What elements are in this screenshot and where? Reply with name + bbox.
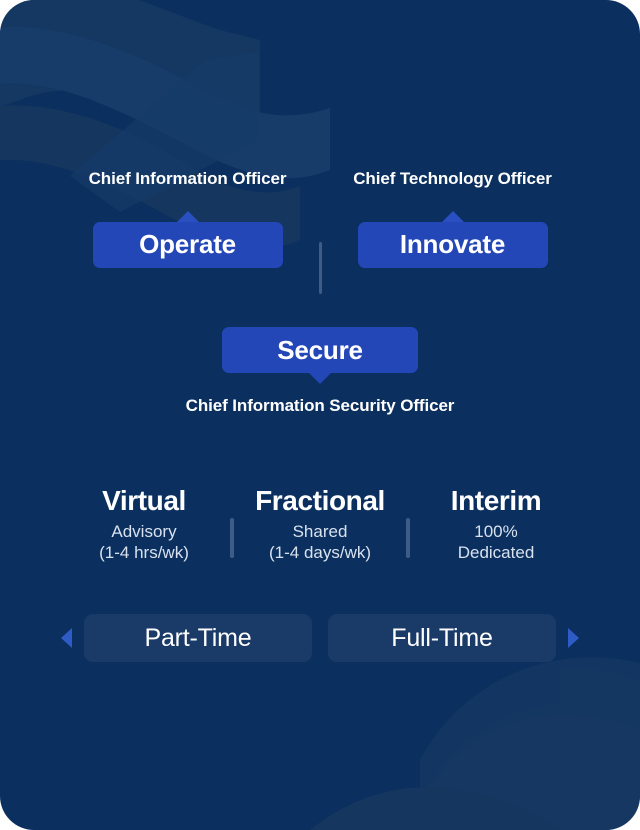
engagement-model-subtitle-line2: (1-4 hrs/wk) — [99, 543, 189, 563]
engagement-models-row: Virtual Advisory (1-4 hrs/wk) Fractional… — [0, 485, 640, 564]
triangle-up-icon — [176, 210, 199, 222]
card-content: Chief Information Officer Operate Chief … — [0, 0, 640, 830]
pillar-group-innovate[interactable]: Chief Technology Officer Innovate — [322, 168, 584, 268]
pillar-badge-secure[interactable]: Secure — [222, 327, 418, 373]
engagement-model-subtitle: 100% Dedicated — [458, 521, 535, 564]
engagement-model-title: Interim — [450, 485, 542, 516]
triangle-left-icon[interactable] — [61, 628, 72, 648]
commitment-pill-full-time[interactable]: Full-Time — [328, 614, 556, 662]
pillar-group-operate[interactable]: Chief Information Officer Operate — [57, 168, 319, 268]
role-title-ciso: Chief Information Security Officer — [185, 396, 455, 415]
engagement-model-subtitle-line1: Shared — [292, 521, 348, 541]
engagement-model-subtitle: Advisory (1-4 hrs/wk) — [99, 521, 189, 564]
triangle-up-icon — [441, 210, 464, 222]
commitment-row: Part-Time Full-Time — [0, 614, 640, 662]
engagement-model-subtitle-line2: Dedicated — [457, 543, 535, 563]
engagement-model-title: Fractional — [255, 485, 385, 516]
pillar-badge-innovate[interactable]: Innovate — [357, 221, 548, 268]
engagement-model-interim[interactable]: Interim 100% Dedicated — [410, 485, 582, 564]
engagement-model-virtual[interactable]: Virtual Advisory (1-4 hrs/wk) — [58, 485, 230, 564]
role-title-cto: Chief Technology Officer — [353, 169, 552, 188]
pillar-group-secure[interactable]: Secure Chief Information Security Office… — [0, 327, 640, 417]
triangle-down-icon — [309, 373, 331, 384]
engagement-model-title: Virtual — [102, 485, 186, 516]
engagement-model-subtitle-line1: Advisory — [111, 521, 177, 541]
pillar-badge-operate[interactable]: Operate — [92, 221, 283, 268]
executive-pillars-row: Chief Information Officer Operate Chief … — [0, 168, 640, 294]
engagement-model-subtitle-line1: 100% — [474, 521, 518, 541]
engagement-model-card: Chief Information Officer Operate Chief … — [0, 0, 640, 830]
role-title-cio: Chief Information Officer — [88, 169, 287, 188]
triangle-right-icon[interactable] — [568, 628, 579, 648]
engagement-model-fractional[interactable]: Fractional Shared (1-4 days/wk) — [234, 485, 406, 564]
commitment-pill-part-time[interactable]: Part-Time — [84, 614, 312, 662]
engagement-model-subtitle: Shared (1-4 days/wk) — [269, 521, 371, 564]
engagement-model-subtitle-line2: (1-4 days/wk) — [268, 543, 372, 563]
